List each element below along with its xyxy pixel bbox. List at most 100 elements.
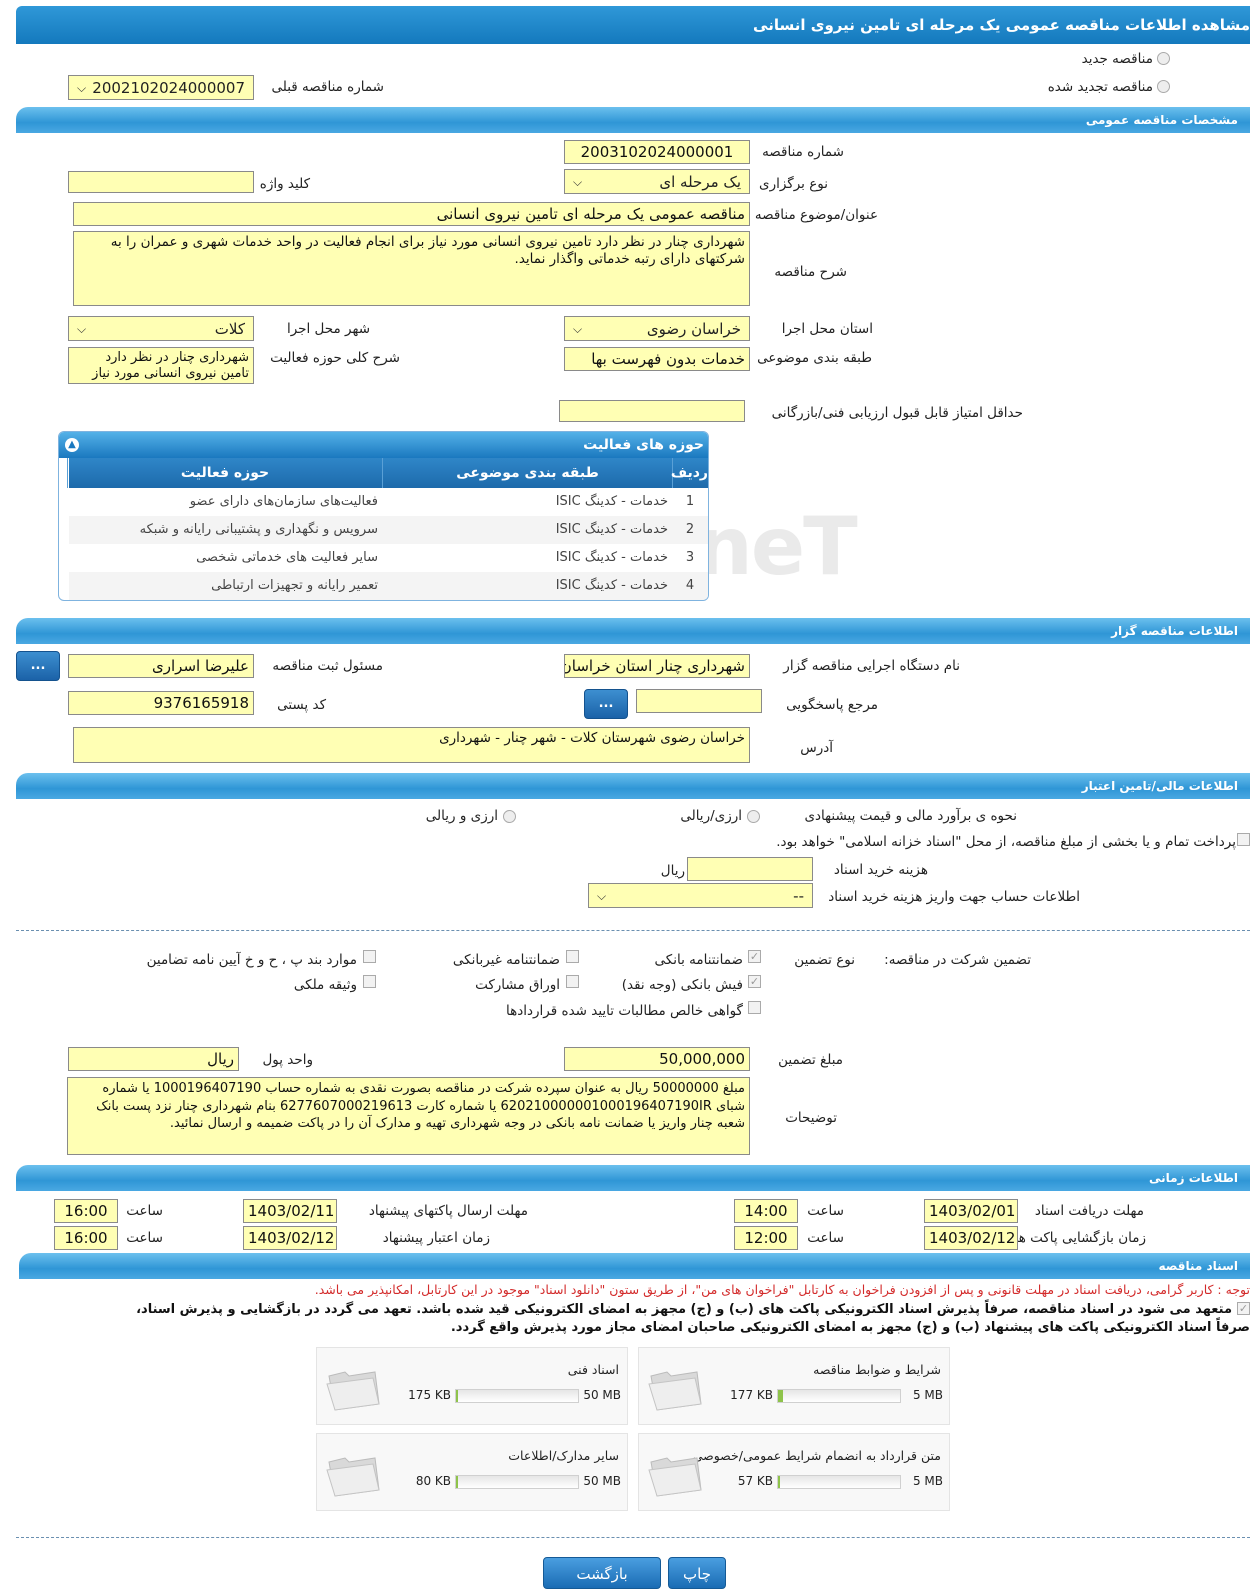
row-category: خدمات - کدینگ ISIC bbox=[555, 522, 668, 537]
activities-title: حوزه های فعالیت bbox=[583, 437, 704, 453]
row-activity: سایر فعالیت های خدماتی شخصی bbox=[196, 550, 378, 565]
guarantee-bonds-checkbox[interactable] bbox=[566, 975, 579, 988]
guarantee-cash-checkbox[interactable]: ✓ bbox=[748, 975, 761, 988]
doc-receive-label: مهلت دریافت اسناد bbox=[1034, 1203, 1144, 1219]
doc-title: اسناد فنی bbox=[567, 1362, 619, 1377]
province-select[interactable]: ⌵ خراسان رضوی bbox=[564, 316, 750, 341]
guarantee-opt-1: ضمانتنامه غیربانکی bbox=[452, 952, 560, 968]
new-tender-radio[interactable] bbox=[1157, 52, 1170, 65]
doc-receive-time: 14:00 bbox=[734, 1199, 798, 1223]
activities-panel: حوزه های فعالیت ▲ ردیف طبقه بندی موضوعی ح… bbox=[58, 431, 709, 601]
send-date: 1403/02/11 bbox=[243, 1199, 337, 1223]
docs-section-header: اسناد مناقصه bbox=[19, 1253, 1250, 1279]
estimate-both-radio[interactable] bbox=[503, 810, 516, 823]
row-number: 1 bbox=[685, 494, 695, 509]
ref-field bbox=[636, 689, 762, 713]
amount-field: 50,000,000 bbox=[564, 1047, 750, 1071]
account-label: اطلاعات حساب جهت واریز هزینه خرید اسناد bbox=[828, 889, 1080, 905]
city-select[interactable]: ⌵ کلات bbox=[68, 316, 254, 341]
resp-field: علیرضا اسراری bbox=[68, 654, 254, 678]
min-score-label: حداقل امتیاز قابل قبول ارزیابی فنی/بازرگ… bbox=[771, 405, 1023, 421]
doc-max: 50 MB bbox=[583, 1474, 621, 1488]
notes-field: مبلغ 50000000 ریال به عنوان سپرده شرکت د… bbox=[67, 1077, 750, 1155]
guarantee-nonbank-checkbox[interactable] bbox=[566, 950, 579, 963]
docs-notice: توجه : کاربر گرامی، دریافت اسناد در مهلت… bbox=[314, 1282, 1250, 1297]
doc-receive-date: 1403/02/01 bbox=[924, 1199, 1018, 1223]
previous-number-label: شماره مناقصه قبلی bbox=[271, 79, 384, 95]
scope-label: شرح کلی حوزه فعالیت bbox=[270, 350, 400, 366]
doc-progress-fill bbox=[456, 1476, 458, 1488]
keyword-label: کلید واژه bbox=[259, 176, 310, 192]
valid-time-label: ساعت bbox=[126, 1230, 163, 1246]
doc-progress bbox=[777, 1475, 901, 1489]
table-row: 4 خدمات - کدینگ ISIC تعمیر رایانه و تجهی… bbox=[69, 572, 708, 600]
guarantee-claims-checkbox[interactable] bbox=[748, 1001, 761, 1014]
timing-section-header: اطلاعات زمانی bbox=[16, 1165, 1250, 1191]
doc-max: 5 MB bbox=[912, 1388, 943, 1402]
folder-icon bbox=[648, 1371, 702, 1411]
commit-line-1: متعهد می شود در اسناد مناقصه، صرفاً پذیر… bbox=[136, 1302, 1232, 1317]
back-button[interactable]: بازگشت bbox=[543, 1557, 661, 1589]
doc-max: 50 MB bbox=[583, 1388, 621, 1402]
type-select[interactable]: ⌵ یک مرحله ای bbox=[564, 169, 750, 194]
chevron-down-icon: ⌵ bbox=[573, 322, 583, 336]
folder-icon bbox=[326, 1457, 380, 1497]
category-label: طبقه بندی موضوعی bbox=[757, 350, 872, 366]
doc-tile[interactable]: شرایط و ضوابط مناقصه 5 MB 177 KB bbox=[638, 1347, 950, 1425]
valid-label: زمان اعتبار پیشنهاد bbox=[382, 1230, 490, 1246]
collapse-icon[interactable]: ▲ bbox=[65, 438, 79, 452]
estimate-label: نحوه ی برآورد مالی و قیمت پیشنهادی bbox=[804, 808, 1017, 824]
doc-cost-label: هزینه خرید اسناد bbox=[833, 862, 928, 878]
guarantee-property-checkbox[interactable] bbox=[363, 975, 376, 988]
ref-lookup-button[interactable]: ... bbox=[584, 689, 628, 719]
ref-label: مرجع پاسخگویی bbox=[786, 697, 878, 713]
amount-label: مبلغ تضمین bbox=[778, 1052, 843, 1068]
open-time: 12:00 bbox=[734, 1226, 798, 1250]
row-number: 3 bbox=[685, 550, 695, 565]
previous-number-select[interactable]: ⌵ 2002102024000007 bbox=[68, 75, 254, 100]
col-category: طبقه بندی موضوعی bbox=[382, 458, 672, 488]
address-field: خراسان رضوی شهرستان کلات - شهر چنار - شه… bbox=[73, 727, 750, 763]
guarantee-clause-checkbox[interactable] bbox=[363, 950, 376, 963]
doc-progress bbox=[455, 1389, 579, 1403]
new-tender-label: مناقصه جدید bbox=[1081, 51, 1153, 67]
keyword-field[interactable] bbox=[68, 171, 254, 193]
row-category: خدمات - کدینگ ISIC bbox=[555, 550, 668, 565]
doc-receive-time-label: ساعت bbox=[807, 1203, 844, 1219]
guarantee-bank-checkbox[interactable]: ✓ bbox=[748, 950, 761, 963]
currency-field: ریال bbox=[68, 1047, 239, 1071]
estimate-opt1: ارزی/ریالی bbox=[680, 808, 742, 824]
guarantee-opt-0: ضمانتنامه بانکی bbox=[654, 952, 744, 968]
activities-table-header: ردیف طبقه بندی موضوعی حوزه فعالیت bbox=[67, 458, 708, 488]
rial-label: ریال bbox=[660, 863, 685, 879]
row-activity: سرویس و نگهداری و پشتیبانی رایانه و شبکه bbox=[139, 522, 378, 537]
resp-lookup-button[interactable]: ... bbox=[16, 651, 60, 681]
account-value: -- bbox=[793, 887, 804, 905]
doc-tile[interactable]: اسناد فنی 50 MB 175 KB bbox=[316, 1347, 628, 1425]
city-label: شهر محل اجرا bbox=[286, 321, 370, 337]
guarantee-opt-4: اوراق مشارکت bbox=[475, 977, 560, 993]
treasury-label: پرداخت تمام و یا بخشی از مبلغ مناقصه، از… bbox=[776, 834, 1236, 850]
account-select[interactable]: ⌵ -- bbox=[588, 883, 813, 908]
doc-tile[interactable]: سایر مدارک/اطلاعات 50 MB 80 KB bbox=[316, 1433, 628, 1511]
doc-tile[interactable]: متن قرارداد به انضمام شرایط عمومی/خصوصی … bbox=[638, 1433, 950, 1511]
commit-checkbox[interactable]: ✓ bbox=[1237, 1302, 1250, 1315]
type-label: نوع برگزاری bbox=[759, 176, 828, 192]
doc-progress bbox=[455, 1475, 579, 1489]
guarantee-opt-6: گواهی خالص مطالبات تایید شده قراردادها bbox=[506, 1003, 743, 1019]
general-section-header: مشخصات مناقصه عمومی bbox=[16, 107, 1250, 133]
renewed-tender-radio[interactable] bbox=[1157, 80, 1170, 93]
guarantee-type-label: نوع تضمین bbox=[794, 952, 855, 968]
estimate-rial-radio[interactable] bbox=[747, 810, 760, 823]
doc-title: متن قرارداد به انضمام شرایط عمومی/خصوصی bbox=[692, 1448, 941, 1463]
print-button[interactable]: چاپ bbox=[668, 1557, 726, 1589]
organizer-section-header: اطلاعات مناقصه گزار bbox=[16, 618, 1250, 644]
doc-progress-fill bbox=[456, 1390, 458, 1402]
col-activity: حوزه فعالیت bbox=[67, 458, 382, 488]
chevron-down-icon: ⌵ bbox=[77, 322, 87, 336]
open-date: 1403/02/12 bbox=[924, 1226, 1018, 1250]
subject-field: مناقصه عمومی یک مرحله ای تامین نیروی انس… bbox=[73, 202, 750, 226]
table-row: 2 خدمات - کدینگ ISIC سرویس و نگهداری و پ… bbox=[69, 516, 708, 544]
address-label: آدرس bbox=[800, 740, 833, 756]
treasury-checkbox[interactable] bbox=[1237, 833, 1250, 846]
